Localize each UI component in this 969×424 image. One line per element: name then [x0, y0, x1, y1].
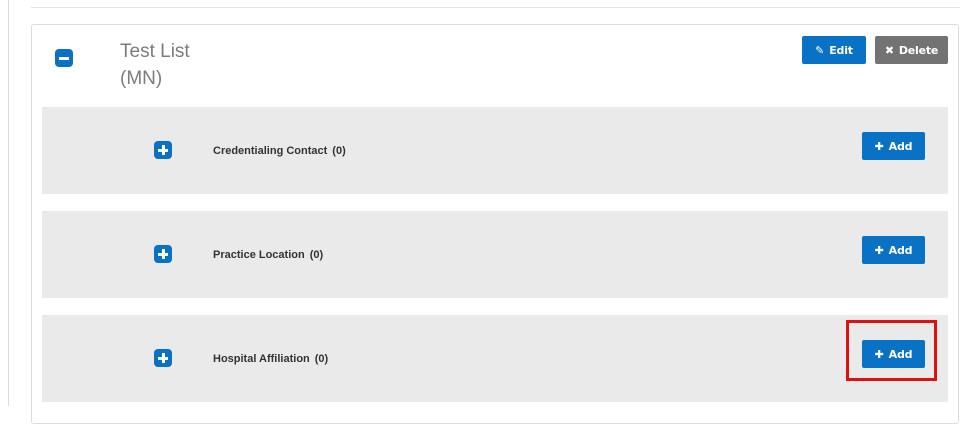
collapse-toggle-button[interactable] [55, 49, 73, 67]
add-button[interactable]: ✚ Add [862, 132, 925, 160]
section-row-hospital-affiliation: Hospital Affiliation (0) ✚ Add [42, 315, 948, 402]
top-divider [31, 7, 960, 8]
section-row-practice-location: Practice Location (0) ✚ Add [42, 211, 948, 298]
plus-icon: ✚ [874, 139, 884, 153]
pencil-square-icon: ✎ [815, 43, 825, 57]
section-count: (0) [314, 352, 329, 365]
section-name: Credentialing Contact [213, 144, 328, 157]
expand-toggle-button[interactable] [154, 349, 172, 367]
edit-button-label: Edit [829, 43, 853, 57]
delete-button[interactable]: ✖ Delete [875, 36, 948, 64]
plus-icon: ✚ [874, 243, 884, 257]
section-count: (0) [309, 248, 324, 261]
section-label: Credentialing Contact (0) [213, 107, 346, 194]
add-button-label: Add [888, 139, 913, 153]
list-title: Test List (MN) [120, 41, 190, 89]
section-label: Practice Location (0) [213, 211, 323, 298]
left-rule [8, 0, 9, 406]
section-name: Hospital Affiliation [213, 352, 310, 365]
section-row-credentialing-contact: Credentialing Contact (0) ✚ Add [42, 107, 948, 194]
section-label: Hospital Affiliation (0) [213, 315, 328, 402]
section-name: Practice Location [213, 248, 305, 261]
highlight-box [846, 320, 937, 381]
section-count: (0) [332, 144, 346, 157]
add-button[interactable]: ✚ Add [862, 236, 925, 264]
add-button-label: Add [888, 243, 913, 257]
expand-toggle-button[interactable] [154, 141, 172, 159]
x-icon: ✖ [884, 43, 894, 57]
edit-button[interactable]: ✎ Edit [802, 36, 866, 64]
expand-toggle-button[interactable] [154, 245, 172, 263]
delete-button-label: Delete [898, 43, 939, 57]
minus-icon [59, 56, 69, 60]
